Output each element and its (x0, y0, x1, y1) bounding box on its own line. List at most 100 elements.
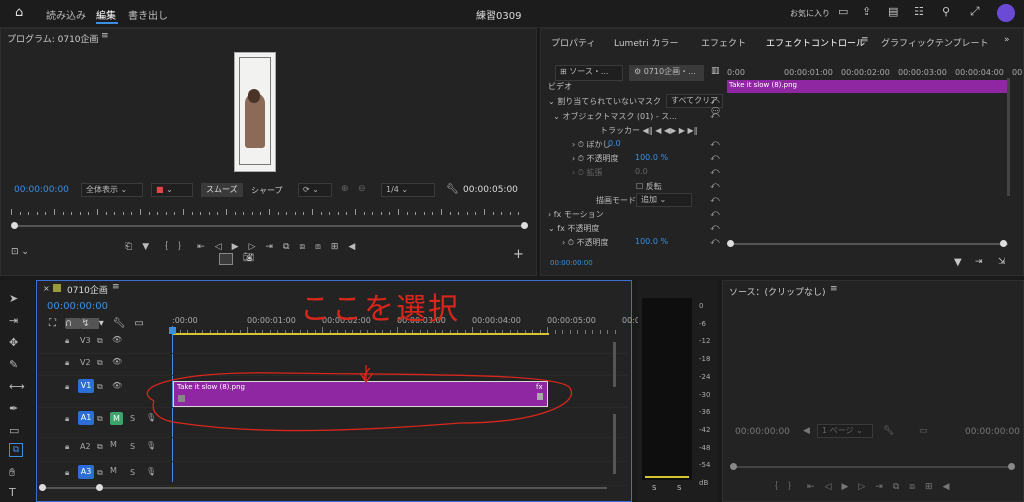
play-audio-icon[interactable]: ⇥ (975, 257, 983, 267)
home-icon[interactable]: ⌂ (15, 5, 23, 20)
ec-timecode[interactable]: 00:00:00:00 (550, 259, 593, 267)
lock-icon[interactable]: 🔒︎ (65, 336, 69, 346)
reset-icon[interactable]: ⤺ (710, 237, 720, 247)
eye-icon[interactable]: 👁︎ (112, 357, 122, 366)
remove-icon[interactable]: ⊖ (358, 184, 366, 194)
reset-icon[interactable]: ⤺ (710, 223, 720, 233)
camera-icon[interactable]: 📷︎ (243, 253, 254, 263)
lock-icon[interactable]: 🔒︎ (65, 468, 69, 478)
track-target-v1[interactable]: V1 (78, 379, 94, 393)
zoom-end-handle[interactable] (96, 484, 103, 491)
timeline-tab[interactable]: 0710企画 (67, 283, 108, 296)
panel-icon[interactable]: ▭ (838, 5, 848, 18)
filter-icon[interactable]: ▼ (954, 257, 962, 268)
compare-view-icon[interactable] (219, 253, 233, 265)
menu-import[interactable]: 読み込み (46, 7, 86, 22)
mute-button[interactable]: M (110, 466, 117, 475)
sync-lock-icon[interactable]: ⧉ (97, 414, 103, 424)
track-target-a1[interactable]: A1 (78, 411, 94, 425)
settings-icon[interactable]: ⊡ ⌄ (11, 247, 29, 257)
sync-lock-icon[interactable]: ⧉ (97, 336, 103, 346)
menu-edit[interactable]: 編集 (96, 7, 116, 22)
razor-tool-icon[interactable]: ✎ (9, 358, 18, 371)
track-target-a3[interactable]: A3 (78, 465, 94, 479)
reset-icon[interactable]: ⤺ (710, 181, 720, 191)
tab-lumetri[interactable]: Lumetri カラー (614, 36, 678, 49)
type-tool-icon[interactable]: T (9, 486, 16, 499)
smooth-toggle[interactable]: スムーズ (201, 183, 243, 197)
mute-button[interactable]: M (110, 440, 117, 449)
mask-opacity-row[interactable]: › ⏱ 不透明度 100.0 % (572, 153, 747, 167)
safe-margin-dropdown[interactable]: ■ ⌄ (151, 183, 193, 197)
reset-icon[interactable]: ⤺ (710, 209, 720, 219)
zoom-start-handle[interactable] (39, 484, 46, 491)
close-tab-icon[interactable]: × (43, 284, 50, 293)
timeline-toolbar[interactable]: ⛶∩↯▾🔧︎▭ (49, 318, 153, 329)
scrub-start-handle[interactable] (11, 222, 18, 229)
source-transport[interactable]: ｛｝⇤◁▶▷⇥⧉⧈⊞◀ (769, 479, 959, 492)
eye-icon[interactable]: 👁︎ (112, 335, 122, 344)
sequence-clip-tab[interactable]: ⚙ 0710企画・... (629, 65, 704, 81)
sync-lock-icon[interactable]: ⧉ (97, 358, 103, 368)
export-frame-icon[interactable]: ⇲ (998, 257, 1006, 267)
meter-solo-r[interactable]: S (677, 484, 681, 492)
sync-lock-icon[interactable]: ⧉ (97, 382, 103, 392)
avatar[interactable] (997, 4, 1015, 22)
source-scrub-end[interactable] (1008, 463, 1015, 470)
page-dropdown[interactable]: 1 ページ ⌄ (817, 424, 873, 438)
hand-tool-icon[interactable]: ✋︎ (9, 466, 15, 480)
transport-controls[interactable]: ⎗▼｛｝⇤◁▶▷⇥⧉⧈⧇⊞◀ (125, 239, 365, 252)
resolution-dropdown[interactable]: 1/4 ⌄ (381, 183, 435, 197)
timeline-zoom-bar[interactable] (42, 487, 607, 489)
sharp-toggle[interactable]: シャープ (251, 185, 283, 196)
add-button-icon[interactable]: + (513, 247, 524, 262)
ec-zoom-bar[interactable] (731, 243, 1008, 245)
solo-button[interactable]: S (130, 442, 135, 451)
ripple-edit-tool-icon[interactable]: ✥ (9, 336, 18, 349)
source-clip-tab[interactable]: ⊞ ソース・... (555, 65, 623, 81)
solo-button[interactable]: S (130, 414, 135, 423)
video-scrollbar[interactable] (613, 342, 616, 387)
solo-button[interactable]: S (130, 468, 135, 477)
audio-scrollbar[interactable] (613, 414, 616, 474)
source-marker-icon[interactable]: ◀ (803, 426, 810, 436)
source-monitor-icon[interactable]: ▭ (919, 426, 928, 436)
quick-export-icon[interactable]: ☷ (914, 5, 924, 18)
source-scrubber[interactable] (733, 466, 1013, 468)
more-tabs-icon[interactable]: » (1004, 35, 1010, 45)
tab-effect-controls[interactable]: エフェクトコントロール (766, 36, 865, 49)
menu-export[interactable]: 書き出し (128, 7, 168, 22)
ec-ruler[interactable]: 0:00 00:00:01:00 00:00:02:00 00:00:03:00 00:… (727, 68, 1022, 80)
tracker-row[interactable]: トラッカー ◀‖ ◀ ◀▶ ▶ ▶‖ (600, 125, 775, 139)
track-select-tool-icon[interactable]: ⇥ (9, 314, 18, 327)
program-ruler[interactable] (11, 207, 527, 217)
motion-row[interactable]: › fx モーション (548, 209, 723, 223)
scrub-end-handle[interactable] (521, 222, 528, 229)
favorites-label[interactable]: お気に入り (790, 8, 830, 19)
object-mask-row[interactable]: ⌄ オブジェクトマスク (01) - ス... (548, 111, 723, 125)
reset-icon[interactable]: ⤺ (710, 167, 720, 177)
feather-row[interactable]: › ⏱ ぼかし 0.0 (572, 139, 747, 153)
ec-scrollbar[interactable] (1007, 78, 1010, 196)
search-icon[interactable]: ⚲ (942, 5, 950, 18)
reset-icon[interactable]: ⤺ (710, 111, 720, 121)
mask-dropdown[interactable]: ⟳ ⌄ (298, 183, 332, 197)
reset-icon[interactable]: ⤺ (710, 139, 720, 149)
mute-button[interactable]: M (110, 412, 123, 425)
tab-effects[interactable]: エフェクト (701, 36, 746, 49)
mic-icon[interactable]: 🎙︎ (146, 467, 156, 476)
selection-tool-icon[interactable]: ➤ (9, 292, 18, 305)
ec-zoom-start[interactable] (727, 240, 734, 247)
slip-tool-icon[interactable]: ⟷ (9, 380, 25, 393)
lock-icon[interactable]: 🔒︎ (65, 414, 69, 424)
fit-dropdown[interactable]: 全体表示 ⌄ (81, 183, 143, 197)
tab-menu-icon[interactable]: ≡ (861, 35, 869, 45)
ec-clip-bar[interactable]: Take it slow (8).png (727, 80, 1008, 93)
wrench-icon[interactable]: 🔧︎ (883, 426, 894, 436)
program-scrubber[interactable] (15, 225, 525, 227)
source-timecode[interactable]: 00:00:00:00 (735, 427, 790, 437)
rectangle-tool-icon[interactable]: ▭ (9, 424, 19, 437)
ec-zoom-end[interactable] (1000, 240, 1007, 247)
lock-icon[interactable]: 🔒︎ (65, 358, 69, 368)
blend-mode-dropdown[interactable]: 追加 ⌄ (636, 193, 692, 207)
